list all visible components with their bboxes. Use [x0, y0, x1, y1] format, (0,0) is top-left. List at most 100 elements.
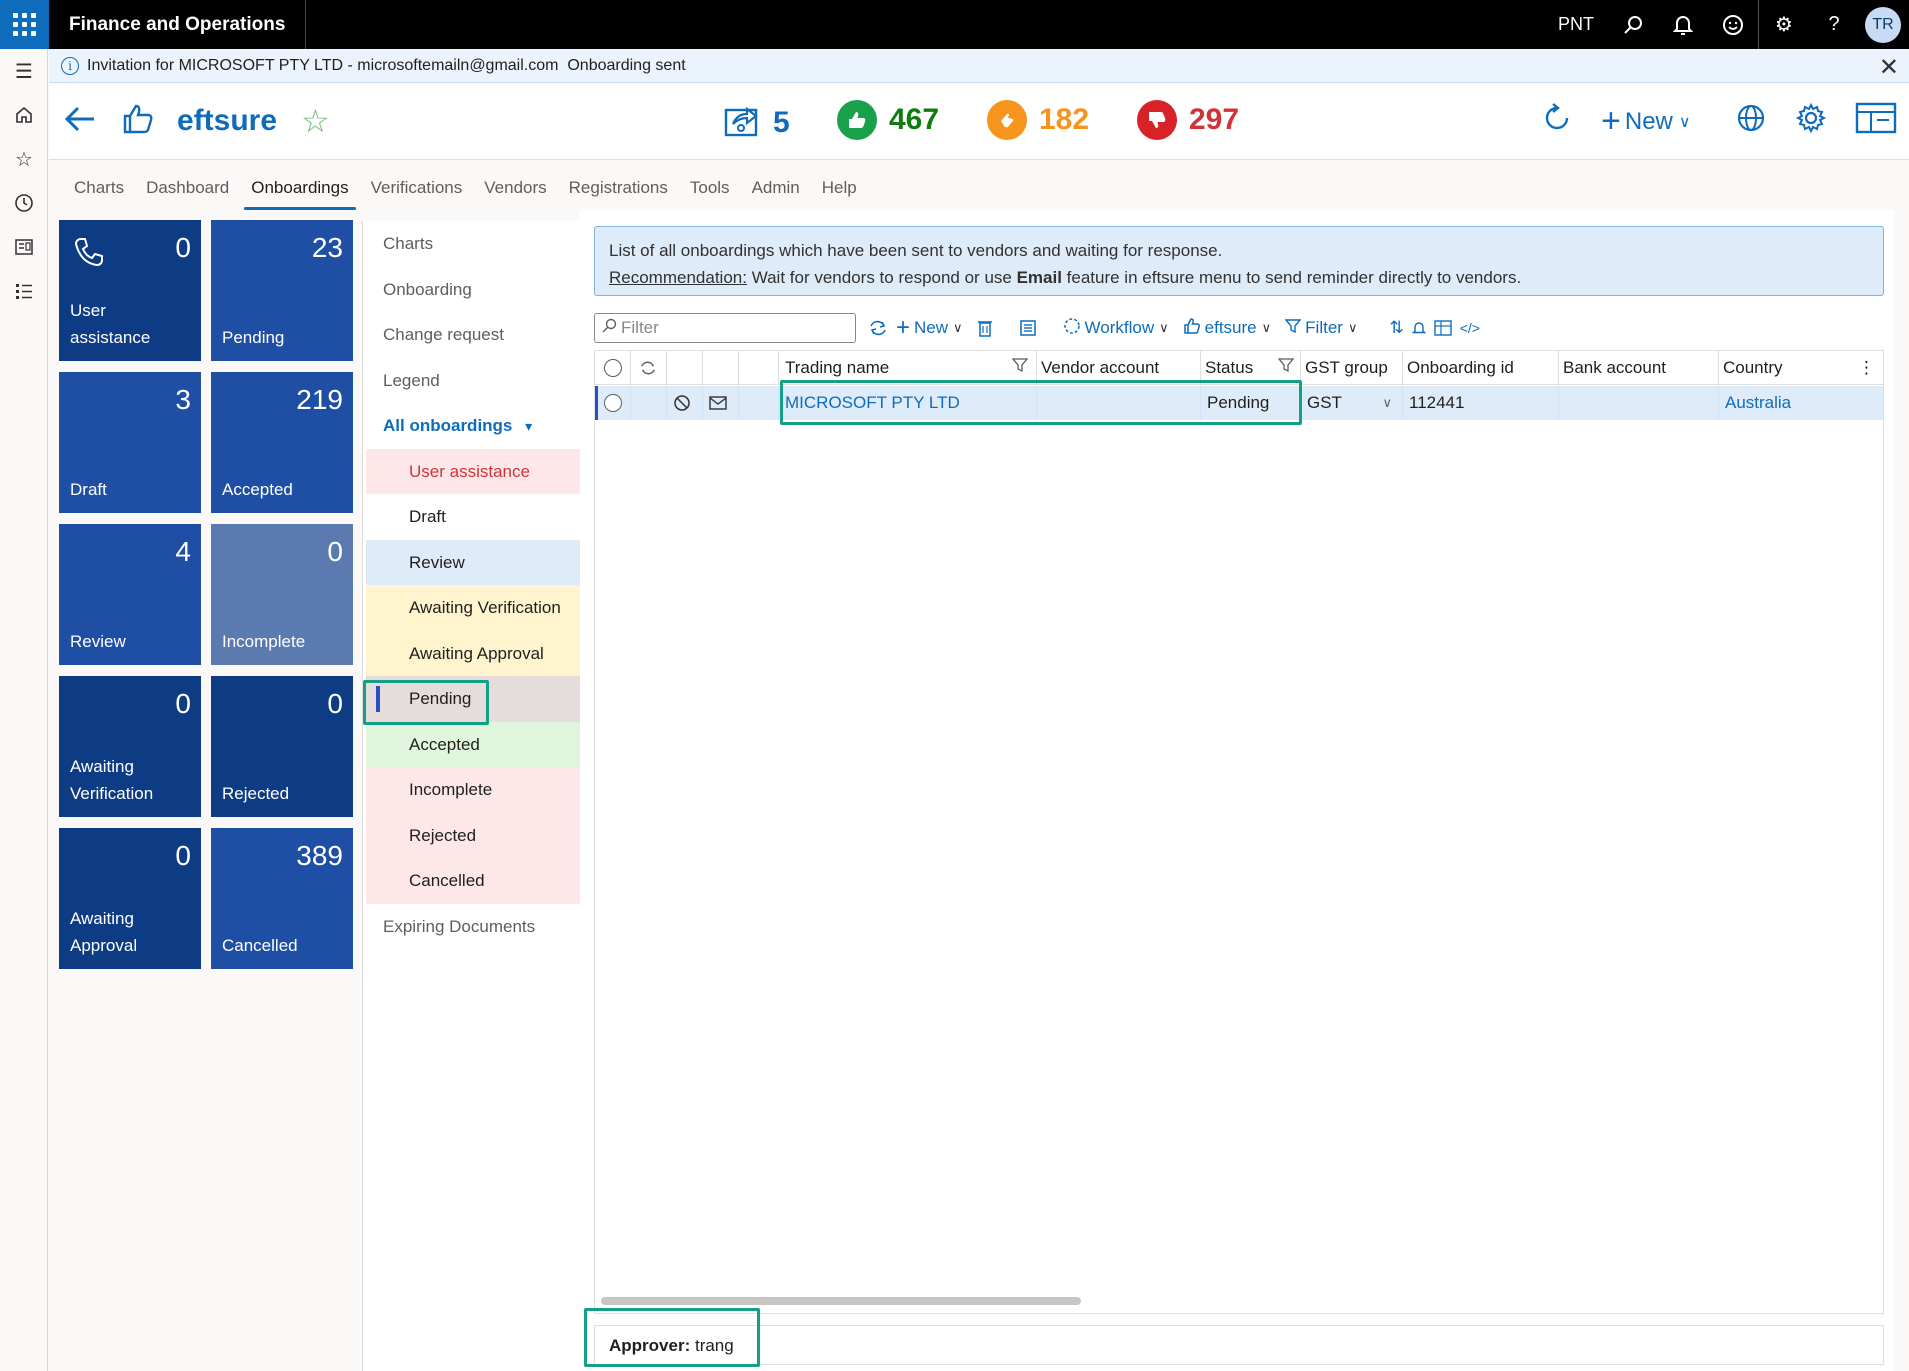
column-onboarding-id[interactable]: Onboarding id [1403, 351, 1559, 385]
nav-charts[interactable]: Charts [363, 221, 580, 267]
bell-icon[interactable] [1658, 0, 1708, 49]
tile-user-assistance[interactable]: 0 User assistance [59, 220, 201, 361]
tab-verifications[interactable]: Verifications [360, 178, 474, 210]
tab-tools[interactable]: Tools [679, 178, 741, 210]
column-bank-account[interactable]: Bank account [1559, 351, 1719, 385]
column-country[interactable]: Country ⋮ [1719, 351, 1883, 385]
tab-vendors[interactable]: Vendors [473, 178, 557, 210]
tile-incomplete[interactable]: 0 Incomplete [211, 524, 353, 665]
column-trading-name[interactable]: Trading name [779, 351, 1037, 385]
tab-help[interactable]: Help [811, 178, 868, 210]
row-select-radio[interactable] [598, 386, 631, 420]
tab-onboardings[interactable]: Onboardings [240, 178, 359, 210]
tile-rejected[interactable]: 0 Rejected [211, 676, 353, 817]
column-gst-group[interactable]: GST group [1301, 351, 1403, 385]
avatar[interactable]: TR [1865, 6, 1901, 43]
page-header: eftsure ☆ 5 467 182 297 + New ∨ [49, 84, 1909, 160]
app-launcher-button[interactable] [0, 0, 49, 49]
nav-pending[interactable]: Pending [366, 676, 580, 722]
table-row[interactable]: MICROSOFT PTY LTD Pending GST ∨ 112441 A… [595, 386, 1883, 420]
back-arrow-icon[interactable] [63, 104, 97, 143]
chevron-down-icon: ∨ [1347, 320, 1358, 335]
gear-icon[interactable]: ⚙ [1759, 0, 1809, 49]
tab-admin[interactable]: Admin [741, 178, 811, 210]
nav-review[interactable]: Review [366, 539, 580, 585]
column-vendor-account[interactable]: Vendor account [1037, 351, 1201, 385]
stat-accepted[interactable]: 467 [837, 100, 939, 140]
nav-draft[interactable]: Draft [366, 494, 580, 540]
grid-new-button[interactable]: + New ∨ [896, 314, 963, 342]
horizontal-scrollbar[interactable] [601, 1297, 1081, 1305]
code-icon[interactable]: </> [1460, 320, 1480, 336]
workspaces-icon[interactable] [0, 225, 48, 269]
home-icon[interactable] [0, 93, 48, 137]
cell-gst-group[interactable]: GST ∨ [1301, 386, 1403, 420]
header-new-button[interactable]: + New ∨ [1601, 102, 1691, 141]
nav-cancelled[interactable]: Cancelled [366, 858, 580, 904]
onboardings-grid: Trading name Vendor account Status GST g… [594, 350, 1884, 1314]
cell-trading-name[interactable]: MICROSOFT PTY LTD [779, 386, 1037, 420]
bell-icon[interactable] [1411, 320, 1426, 336]
block-icon[interactable] [667, 386, 703, 420]
column-status[interactable]: Status [1201, 351, 1301, 385]
favorite-star-icon[interactable]: ☆ [301, 102, 330, 140]
nav-awaiting-approval[interactable]: Awaiting Approval [366, 630, 580, 676]
filter-input[interactable]: Filter [594, 313, 856, 343]
close-icon[interactable]: ✕ [1879, 53, 1899, 82]
modules-list-icon[interactable] [0, 269, 48, 313]
layout-panel-icon[interactable] [1855, 102, 1897, 134]
stat-rejected[interactable]: 297 [1137, 100, 1239, 140]
phone-icon [73, 236, 105, 273]
company-picker[interactable]: PNT [1544, 14, 1608, 35]
app-title[interactable]: Finance and Operations [49, 0, 307, 49]
refresh-icon[interactable] [868, 318, 888, 338]
stat-pending[interactable]: 182 [987, 100, 1089, 140]
tile-awaiting-verification[interactable]: 0 Awaiting Verification [59, 676, 201, 817]
nav-incomplete[interactable]: Incomplete [366, 767, 580, 813]
nav-user-assistance[interactable]: User assistance [366, 448, 580, 494]
tile-cancelled[interactable]: 389 Cancelled [211, 828, 353, 969]
tile-pending[interactable]: 23 Pending [211, 220, 353, 361]
excel-icon[interactable] [1434, 320, 1452, 336]
settings-gear-icon[interactable] [1795, 102, 1827, 134]
nav-change-request[interactable]: Change request [363, 312, 580, 358]
cell-vendor-account[interactable] [1037, 386, 1201, 420]
smiley-icon[interactable] [1708, 0, 1758, 49]
eftsure-menu-button[interactable]: eftsure ∨ [1183, 317, 1271, 340]
tab-dashboard[interactable]: Dashboard [135, 178, 240, 210]
waffle-icon [13, 13, 36, 36]
delete-icon[interactable] [977, 318, 993, 338]
nav-awaiting-verification[interactable]: Awaiting Verification [366, 585, 580, 631]
star-icon[interactable]: ☆ [0, 137, 48, 181]
globe-icon[interactable] [1735, 102, 1767, 134]
tab-registrations[interactable]: Registrations [558, 178, 679, 210]
nav-onboarding[interactable]: Onboarding [363, 267, 580, 313]
message-bar: i Invitation for MICROSOFT PTY LTD - mic… [49, 49, 1909, 83]
tile-draft[interactable]: 3 Draft [59, 372, 201, 513]
more-options-icon[interactable]: ⋮ [1858, 351, 1875, 385]
refresh-column-icon[interactable] [631, 351, 667, 385]
tab-charts[interactable]: Charts [63, 178, 135, 210]
mail-icon[interactable] [703, 386, 739, 420]
workflow-button[interactable]: Workflow ∨ [1063, 317, 1169, 340]
tile-awaiting-approval[interactable]: 0 Awaiting Approval [59, 828, 201, 969]
help-icon[interactable]: ? [1809, 0, 1859, 49]
nav-all-onboardings[interactable]: All onboardings ▾ [363, 403, 580, 449]
nav-expiring-documents[interactable]: Expiring Documents [363, 904, 580, 950]
plus-icon: + [896, 314, 911, 341]
search-icon[interactable] [1608, 0, 1658, 49]
clock-icon[interactable] [0, 181, 48, 225]
stat-onboarding-sent[interactable]: 5 [723, 100, 790, 146]
list-view-icon[interactable] [1019, 319, 1037, 337]
tile-accepted[interactable]: 219 Accepted [211, 372, 353, 513]
sort-icon[interactable]: ⇅ [1389, 318, 1403, 338]
select-all-checkbox[interactable] [595, 351, 631, 385]
nav-rejected[interactable]: Rejected [366, 812, 580, 858]
hamburger-icon[interactable]: ☰ [0, 49, 48, 93]
filter-button[interactable]: Filter ∨ [1284, 318, 1358, 339]
nav-accepted[interactable]: Accepted [366, 721, 580, 767]
cell-country[interactable]: Australia [1719, 386, 1883, 420]
tile-review[interactable]: 4 Review [59, 524, 201, 665]
refresh-icon[interactable] [1541, 102, 1573, 134]
nav-legend[interactable]: Legend [363, 358, 580, 404]
